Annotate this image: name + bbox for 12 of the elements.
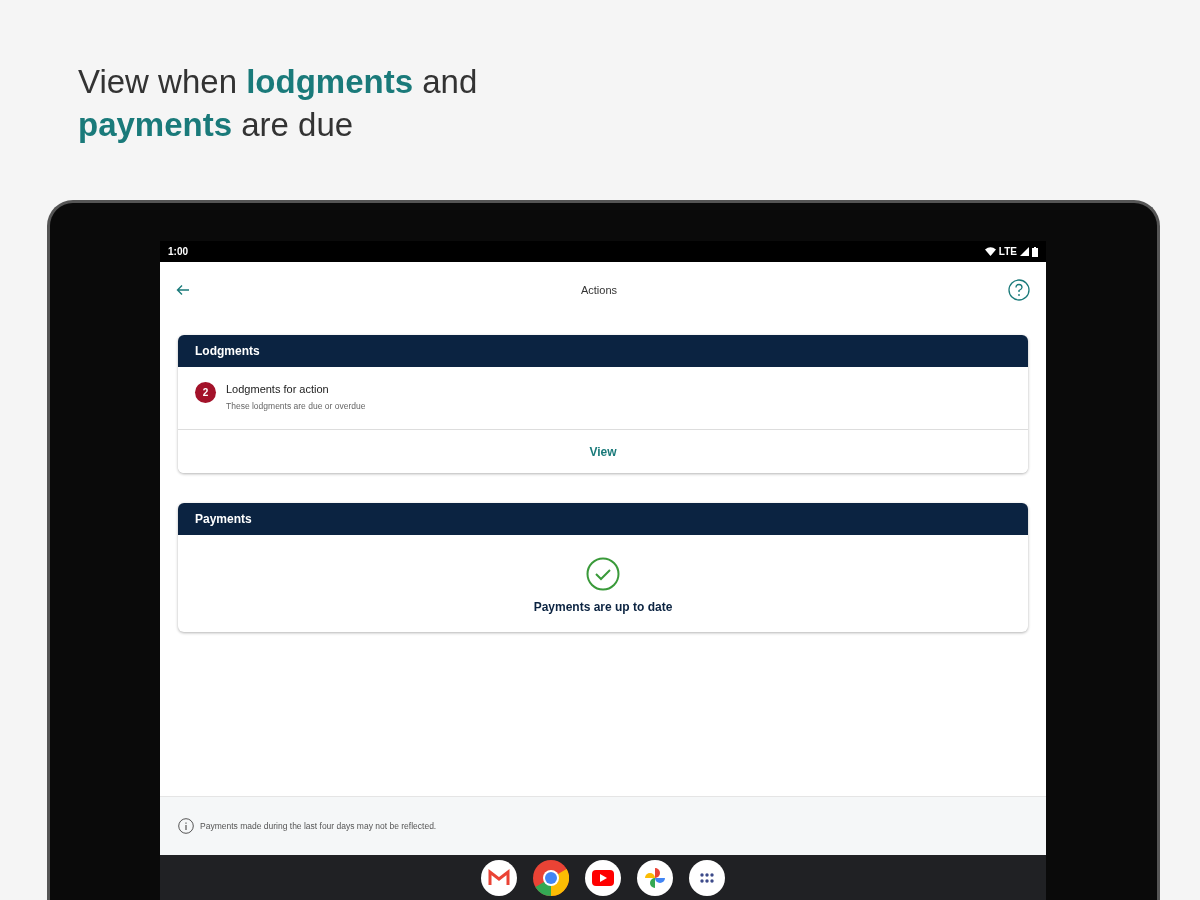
headline: View when lodgments and payments are due — [78, 62, 479, 145]
view-button[interactable]: View — [178, 430, 1028, 473]
status-message: Payments are up to date — [533, 600, 673, 614]
card-header: Payments — [178, 503, 1028, 535]
footer-note: Payments made during the last four days may not be reflected. — [200, 821, 437, 831]
network-label: LTE — [998, 246, 1017, 257]
screen-title: Actions — [580, 284, 618, 296]
clock-time: 1:00 — [168, 246, 188, 257]
item-subtitle: These lodgments are due or overdue — [226, 401, 366, 411]
card-header: Lodgments — [178, 335, 1028, 367]
count-badge: 2 — [195, 382, 216, 403]
item-title: Lodgments for action — [226, 383, 330, 395]
